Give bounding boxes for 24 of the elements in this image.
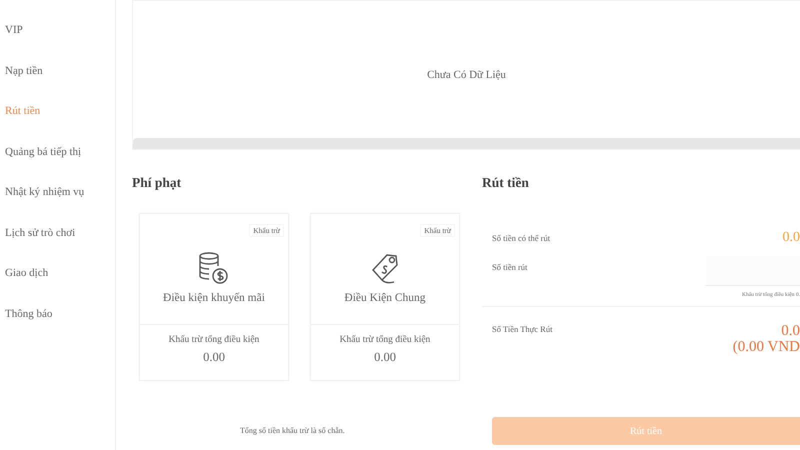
sidebar-item[interactable]: Giao dịch — [0, 265, 115, 306]
card-value: 0.00 — [374, 350, 396, 365]
card-title: Điều Kiện Chung — [344, 292, 426, 304]
sidebar-item[interactable]: Nạp tiền — [0, 62, 115, 103]
actual-amount: 0.0 — [781, 323, 800, 339]
footnote: Tổng số tiền khấu trừ là số chẵn. — [240, 426, 346, 435]
sidebar-item[interactable]: VIP — [0, 22, 115, 62]
available-amount: 0.0 — [782, 230, 800, 246]
card-label: Khấu trừ tổng điều kiện — [340, 335, 430, 345]
card-title: Điều kiện khuyến mãi — [163, 292, 265, 304]
actual-vnd-amount: (0.00 VND — [732, 339, 800, 355]
field-label: Số tiền có thể rút — [492, 233, 550, 243]
section-title: Rút tiền — [482, 174, 530, 192]
card-label: Khấu trừ tổng điều kiện — [168, 335, 260, 345]
card-value: 0.00 — [203, 350, 225, 365]
sidebar-item[interactable]: Quảng bá tiếp thị — [0, 144, 115, 184]
section-title: Phí phạt — [132, 174, 182, 192]
sidebar-item[interactable]: Thông báo — [0, 306, 115, 346]
field-label: Số Tiền Thực Rút — [492, 324, 552, 336]
empty-message: Chưa Có Dữ Liệu — [427, 69, 506, 81]
sidebar-item[interactable]: Nhật ký nhiệm vụ — [0, 184, 115, 224]
sidebar-item[interactable]: Lịch sử trò chơi — [0, 224, 115, 265]
field-label: Số tiền rút — [492, 262, 528, 272]
scrollbar[interactable] — [133, 138, 800, 149]
